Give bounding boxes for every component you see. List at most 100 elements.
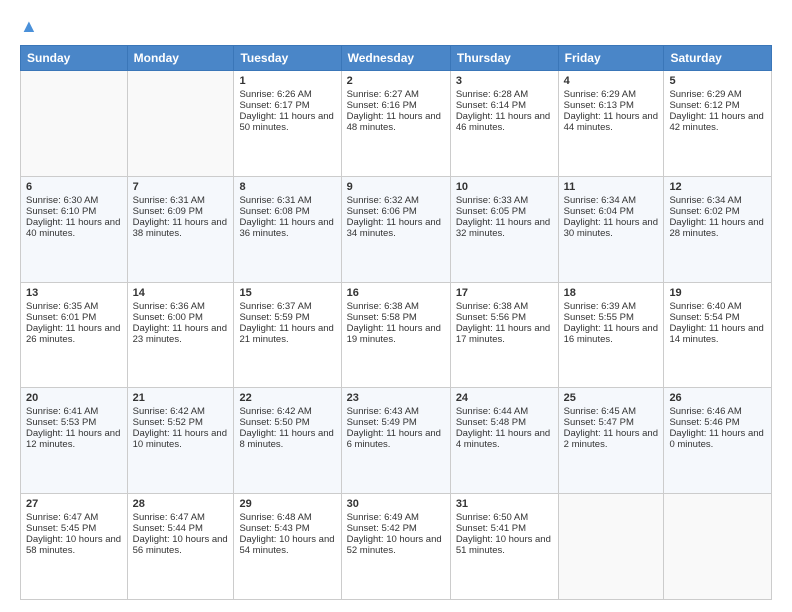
daylight-text: Daylight: 11 hours and 44 minutes. — [564, 111, 659, 133]
week-row-4: 20Sunrise: 6:41 AMSunset: 5:53 PMDayligh… — [21, 388, 772, 494]
day-number: 13 — [26, 287, 122, 299]
calendar-cell — [127, 71, 234, 177]
calendar-cell: 7Sunrise: 6:31 AMSunset: 6:09 PMDaylight… — [127, 176, 234, 282]
calendar-cell — [664, 494, 772, 600]
calendar-cell: 31Sunrise: 6:50 AMSunset: 5:41 PMDayligh… — [450, 494, 558, 600]
daylight-text: Daylight: 11 hours and 23 minutes. — [133, 323, 229, 345]
calendar-cell: 14Sunrise: 6:36 AMSunset: 6:00 PMDayligh… — [127, 282, 234, 388]
sunrise-text: Sunrise: 6:35 AM — [26, 301, 122, 312]
sunset-text: Sunset: 5:46 PM — [669, 417, 766, 428]
sunset-text: Sunset: 6:12 PM — [669, 100, 766, 111]
daylight-text: Daylight: 11 hours and 21 minutes. — [239, 323, 335, 345]
calendar-cell: 20 Sunrise: 6:41 AMSunset: 5:53 PMDayligh… — [21, 388, 128, 494]
header-row: Sunday Monday Tuesday Wednesday Thursday… — [21, 46, 772, 71]
sunset-text: Sunset: 6:16 PM — [347, 100, 445, 111]
sunset-text: Sunset: 6:05 PM — [456, 206, 553, 217]
day-number: 4 — [564, 75, 659, 87]
sunrise-text: Sunrise: 6:46 AM — [669, 406, 766, 417]
day-number: 2 — [347, 75, 445, 87]
day-number: 16 — [347, 287, 445, 299]
daylight-text: Daylight: 11 hours and 10 minutes. — [133, 428, 229, 450]
sunrise-text: Sunrise: 6:29 AM — [669, 89, 766, 100]
logo-text: ▲ — [20, 16, 38, 37]
sunrise-text: Sunrise: 6:26 AM — [239, 89, 335, 100]
calendar-cell: 28Sunrise: 6:47 AMSunset: 5:44 PMDayligh… — [127, 494, 234, 600]
day-number: 18 — [564, 287, 659, 299]
calendar-cell: 15Sunrise: 6:37 AMSunset: 5:59 PMDayligh… — [234, 282, 341, 388]
daylight-text: Daylight: 11 hours and 4 minutes. — [456, 428, 553, 450]
sunset-text: Sunset: 5:42 PM — [347, 523, 445, 534]
col-monday: Monday — [127, 46, 234, 71]
calendar-cell: 16Sunrise: 6:38 AMSunset: 5:58 PMDayligh… — [341, 282, 450, 388]
sunset-text: Sunset: 6:06 PM — [347, 206, 445, 217]
sunrise-text: Sunrise: 6:36 AM — [133, 301, 229, 312]
day-number: 29 — [239, 498, 335, 510]
day-number: 15 — [239, 287, 335, 299]
calendar-cell: 1Sunrise: 6:26 AMSunset: 6:17 PMDaylight… — [234, 71, 341, 177]
day-number: 8 — [239, 181, 335, 193]
sunset-text: Sunset: 6:02 PM — [669, 206, 766, 217]
daylight-text: Daylight: 11 hours and 16 minutes. — [564, 323, 659, 345]
calendar-cell: 30Sunrise: 6:49 AMSunset: 5:42 PMDayligh… — [341, 494, 450, 600]
sunrise-text: Sunrise: 6:41 AM — [26, 406, 122, 417]
sunset-text: Sunset: 6:13 PM — [564, 100, 659, 111]
daylight-text: Daylight: 11 hours and 2 minutes. — [564, 428, 659, 450]
sunset-text: Sunset: 5:53 PM — [26, 417, 122, 428]
sunrise-text: Sunrise: 6:48 AM — [239, 512, 335, 523]
sunrise-text: Sunrise: 6:49 AM — [347, 512, 445, 523]
sunset-text: Sunset: 5:59 PM — [239, 312, 335, 323]
calendar-cell: 23Sunrise: 6:43 AMSunset: 5:49 PMDayligh… — [341, 388, 450, 494]
day-number: 10 — [456, 181, 553, 193]
sunrise-text: Sunrise: 6:38 AM — [456, 301, 553, 312]
page: ▲ Sunday Monday Tuesday Wednesday Thursd… — [0, 0, 792, 612]
col-wednesday: Wednesday — [341, 46, 450, 71]
sunrise-text: Sunrise: 6:50 AM — [456, 512, 553, 523]
col-sunday: Sunday — [21, 46, 128, 71]
logo-bird-icon: ▲ — [20, 16, 38, 36]
calendar-cell: 8Sunrise: 6:31 AMSunset: 6:08 PMDaylight… — [234, 176, 341, 282]
calendar-cell: 27Sunrise: 6:47 AMSunset: 5:45 PMDayligh… — [21, 494, 128, 600]
daylight-text: Daylight: 11 hours and 6 minutes. — [347, 428, 445, 450]
daylight-text: Daylight: 11 hours and 8 minutes. — [239, 428, 335, 450]
daylight-text: Daylight: 10 hours and 56 minutes. — [133, 534, 229, 556]
daylight-text: Daylight: 11 hours and 28 minutes. — [669, 217, 766, 239]
week-row-3: 13Sunrise: 6:35 AMSunset: 6:01 PMDayligh… — [21, 282, 772, 388]
sunrise-text: Sunrise: 6:43 AM — [347, 406, 445, 417]
calendar-cell — [21, 71, 128, 177]
header: ▲ — [20, 16, 772, 37]
sunrise-text: Sunrise: 6:38 AM — [347, 301, 445, 312]
daylight-text: Daylight: 11 hours and 42 minutes. — [669, 111, 766, 133]
sunrise-text: Sunrise: 6:32 AM — [347, 195, 445, 206]
sunset-text: Sunset: 5:45 PM — [26, 523, 122, 534]
day-number: 21 — [133, 392, 229, 404]
sunset-text: Sunset: 5:44 PM — [133, 523, 229, 534]
week-row-1: 1Sunrise: 6:26 AMSunset: 6:17 PMDaylight… — [21, 71, 772, 177]
day-number: 24 — [456, 392, 553, 404]
calendar-cell: 11Sunrise: 6:34 AMSunset: 6:04 PMDayligh… — [558, 176, 664, 282]
day-number: 1 — [239, 75, 335, 87]
col-thursday: Thursday — [450, 46, 558, 71]
daylight-text: Daylight: 10 hours and 52 minutes. — [347, 534, 445, 556]
day-number: 9 — [347, 181, 445, 193]
daylight-text: Daylight: 10 hours and 58 minutes. — [26, 534, 122, 556]
calendar-cell: 17Sunrise: 6:38 AMSunset: 5:56 PMDayligh… — [450, 282, 558, 388]
daylight-text: Daylight: 11 hours and 17 minutes. — [456, 323, 553, 345]
sunset-text: Sunset: 5:50 PM — [239, 417, 335, 428]
sunrise-text: Sunrise: 6:45 AM — [564, 406, 659, 417]
day-number: 17 — [456, 287, 553, 299]
calendar-cell: 29Sunrise: 6:48 AMSunset: 5:43 PMDayligh… — [234, 494, 341, 600]
day-number: 3 — [456, 75, 553, 87]
daylight-text: Daylight: 11 hours and 12 minutes. — [26, 428, 122, 450]
day-number: 20 — [26, 392, 122, 404]
calendar-cell: 6Sunrise: 6:30 AMSunset: 6:10 PMDaylight… — [21, 176, 128, 282]
sunset-text: Sunset: 6:10 PM — [26, 206, 122, 217]
sunset-text: Sunset: 5:47 PM — [564, 417, 659, 428]
calendar-cell: 5Sunrise: 6:29 AMSunset: 6:12 PMDaylight… — [664, 71, 772, 177]
sunrise-text: Sunrise: 6:33 AM — [456, 195, 553, 206]
daylight-text: Daylight: 11 hours and 32 minutes. — [456, 217, 553, 239]
day-number: 11 — [564, 181, 659, 193]
day-number: 22 — [239, 392, 335, 404]
day-number: 12 — [669, 181, 766, 193]
calendar-cell — [558, 494, 664, 600]
sunrise-text: Sunrise: 6:44 AM — [456, 406, 553, 417]
